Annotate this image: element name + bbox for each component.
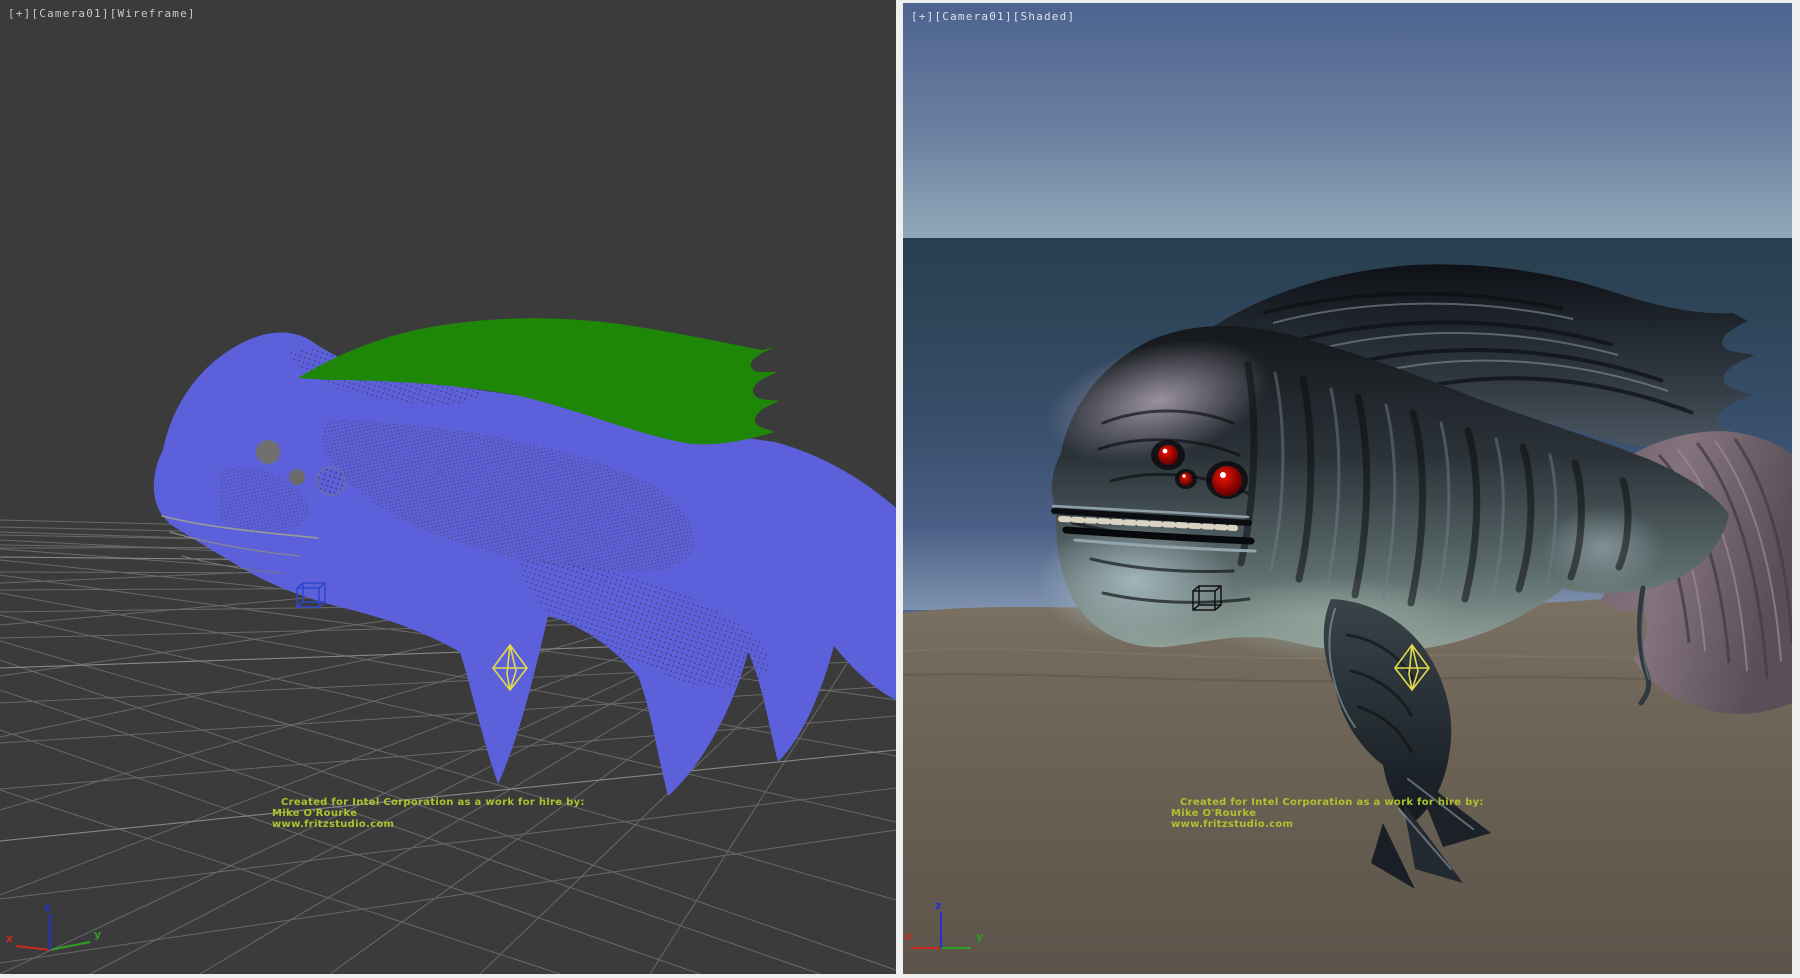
viewport-wireframe-label[interactable]: [+][Camera01][Wireframe] xyxy=(8,7,196,20)
world-axis-gizmo: x y z xyxy=(4,898,114,968)
dual-viewport-canvas: [+][Camera01][Wireframe] xyxy=(0,0,1800,978)
axis-y-label: y xyxy=(94,928,101,941)
bone-helper-octahedron[interactable] xyxy=(1395,645,1429,690)
credits-line-2: Mike O'Rourke xyxy=(272,808,585,819)
credits-line-3: www.fritzstudio.com xyxy=(272,819,585,830)
credits-text: Created for Intel Corporation as a work … xyxy=(272,797,585,830)
credits-line-1: Created for Intel Corporation as a work … xyxy=(1171,797,1484,808)
axis-y-label: y xyxy=(976,930,983,943)
credits-line-1: Created for Intel Corporation as a work … xyxy=(272,797,585,808)
axis-z-label: z xyxy=(44,901,50,914)
credits-text: Created for Intel Corporation as a work … xyxy=(1171,797,1484,830)
cube-helper[interactable] xyxy=(1193,586,1221,610)
credits-line-3: www.fritzstudio.com xyxy=(1171,819,1484,830)
world-axis-gizmo: x y z xyxy=(905,898,1015,968)
axis-x-label: x xyxy=(905,930,912,943)
credits-line-2: Mike O'Rourke xyxy=(1171,808,1484,819)
cube-helper[interactable] xyxy=(297,583,325,607)
axis-x-label: x xyxy=(6,932,13,945)
viewport-shaded-label[interactable]: [+][Camera01][Shaded] xyxy=(911,10,1075,23)
viewport-wireframe[interactable]: [+][Camera01][Wireframe] xyxy=(0,0,896,974)
axis-z-label: z xyxy=(935,899,941,912)
viewport-shaded[interactable]: Created for Intel Corporation as a work … xyxy=(903,3,1792,974)
bone-helper-octahedron[interactable] xyxy=(493,645,527,690)
